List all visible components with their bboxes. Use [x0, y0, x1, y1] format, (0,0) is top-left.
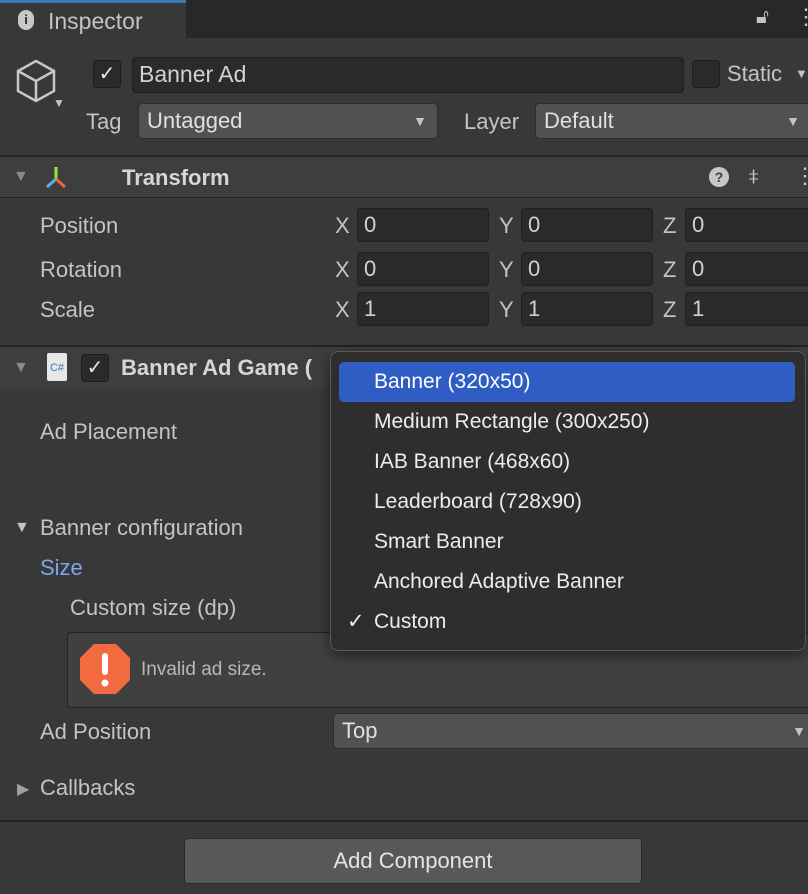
- menu-item-label: Medium Rectangle (300x250): [374, 410, 650, 433]
- tab-inspector[interactable]: i Inspector: [0, 0, 186, 38]
- x-label[interactable]: X: [335, 297, 350, 323]
- position-label: Position: [40, 213, 119, 238]
- z-label[interactable]: Z: [663, 297, 676, 323]
- menu-item-label: Banner (320x50): [374, 370, 531, 393]
- warning-text: Invalid ad size.: [141, 659, 267, 680]
- menu-item-iab-banner[interactable]: IAB Banner (468x60): [339, 442, 795, 482]
- layer-label: Layer: [464, 109, 520, 134]
- help-icon[interactable]: ?: [709, 167, 729, 187]
- chevron-down-icon: ▼: [786, 113, 800, 129]
- x-label[interactable]: X: [335, 213, 350, 239]
- y-label[interactable]: Y: [499, 213, 514, 239]
- ad-position-dropdown[interactable]: Top ▼: [333, 713, 808, 749]
- tag-dropdown[interactable]: Untagged ▼: [138, 103, 438, 139]
- add-component-button[interactable]: Add Component: [184, 838, 642, 884]
- position-z-field[interactable]: 0: [685, 208, 808, 242]
- menu-item-label: IAB Banner (468x60): [374, 450, 571, 473]
- more-icon[interactable]: ⋮: [794, 163, 808, 189]
- presets-icon[interactable]: ⧧: [748, 163, 759, 189]
- scale-x-field[interactable]: 1: [357, 292, 489, 326]
- static-label[interactable]: Static: [727, 61, 782, 87]
- lock-icon[interactable]: 🔓︎: [756, 6, 769, 29]
- custom-size-label: Custom size (dp): [70, 595, 237, 620]
- component-enabled-checkbox[interactable]: ✓: [81, 354, 109, 382]
- layer-value: Default: [544, 108, 614, 133]
- foldout-expanded-icon[interactable]: ▼: [14, 519, 30, 537]
- divider: [0, 197, 808, 198]
- menu-item-anchored-adaptive[interactable]: Anchored Adaptive Banner: [339, 562, 795, 602]
- menu-item-label: Custom: [374, 610, 447, 633]
- info-icon: i: [18, 10, 34, 30]
- error-octagon-icon: [80, 644, 130, 694]
- scale-z-field[interactable]: 1: [685, 292, 808, 326]
- position-x-field[interactable]: 0: [357, 208, 489, 242]
- static-dropdown-arrow[interactable]: ▼: [795, 66, 808, 81]
- active-checkbox[interactable]: ✓: [93, 60, 121, 88]
- chevron-down-icon: ▼: [792, 723, 806, 739]
- size-label: Size: [40, 555, 83, 580]
- menu-item-label: Smart Banner: [374, 530, 504, 553]
- z-label[interactable]: Z: [663, 213, 676, 239]
- static-checkbox[interactable]: [692, 60, 720, 88]
- ad-placement-label: Ad Placement: [40, 419, 177, 444]
- size-dropdown-menu: Banner (320x50) Medium Rectangle (300x25…: [330, 351, 806, 651]
- gameobject-cube-icon: [16, 59, 56, 103]
- menu-item-medium-rectangle[interactable]: Medium Rectangle (300x250): [339, 402, 795, 442]
- rotation-label: Rotation: [40, 257, 122, 282]
- menu-item-leaderboard[interactable]: Leaderboard (728x90): [339, 482, 795, 522]
- callbacks-foldout[interactable]: Callbacks: [40, 775, 135, 801]
- checkmark-icon: ✓: [347, 610, 365, 633]
- y-label[interactable]: Y: [499, 297, 514, 323]
- menu-item-banner[interactable]: Banner (320x50): [339, 362, 795, 402]
- menu-item-label: Leaderboard (728x90): [374, 490, 582, 513]
- position-y-field[interactable]: 0: [521, 208, 653, 242]
- transform-title: Transform: [122, 165, 230, 190]
- menu-item-label: Anchored Adaptive Banner: [374, 570, 624, 593]
- tab-title: Inspector: [48, 8, 143, 34]
- tag-label: Tag: [86, 109, 122, 134]
- menu-item-custom[interactable]: ✓ Custom: [339, 602, 795, 642]
- name-field[interactable]: Banner Ad: [132, 57, 684, 93]
- collapse-triangle-icon[interactable]: ▼: [13, 168, 29, 186]
- transform-icon: [46, 167, 66, 189]
- icon-dropdown-arrow[interactable]: ▼: [53, 96, 65, 110]
- layer-dropdown[interactable]: Default ▼: [535, 103, 808, 139]
- ad-position-value: Top: [342, 718, 378, 743]
- x-label[interactable]: X: [335, 257, 350, 283]
- transform-header[interactable]: ▼ Transform ? ⧧ ⋮: [0, 157, 808, 197]
- chevron-down-icon: ▼: [413, 113, 427, 129]
- y-label[interactable]: Y: [499, 257, 514, 283]
- scale-label: Scale: [40, 297, 96, 322]
- component-title: Banner Ad Game (: [121, 355, 313, 380]
- banner-config-foldout[interactable]: Banner configuration: [40, 515, 243, 541]
- csharp-script-icon: C#: [47, 353, 67, 381]
- ad-position-label: Ad Position: [40, 719, 152, 744]
- menu-item-smart-banner[interactable]: Smart Banner: [339, 522, 795, 562]
- z-label[interactable]: Z: [663, 257, 676, 283]
- tag-value: Untagged: [147, 108, 243, 133]
- scale-y-field[interactable]: 1: [521, 292, 653, 326]
- collapse-triangle-icon[interactable]: ▼: [13, 359, 29, 377]
- rotation-x-field[interactable]: 0: [357, 252, 489, 286]
- rotation-z-field[interactable]: 0: [685, 252, 808, 286]
- divider: [0, 820, 808, 822]
- more-icon[interactable]: ⋮: [795, 4, 808, 30]
- foldout-collapsed-icon[interactable]: ▶: [17, 779, 29, 799]
- rotation-y-field[interactable]: 0: [521, 252, 653, 286]
